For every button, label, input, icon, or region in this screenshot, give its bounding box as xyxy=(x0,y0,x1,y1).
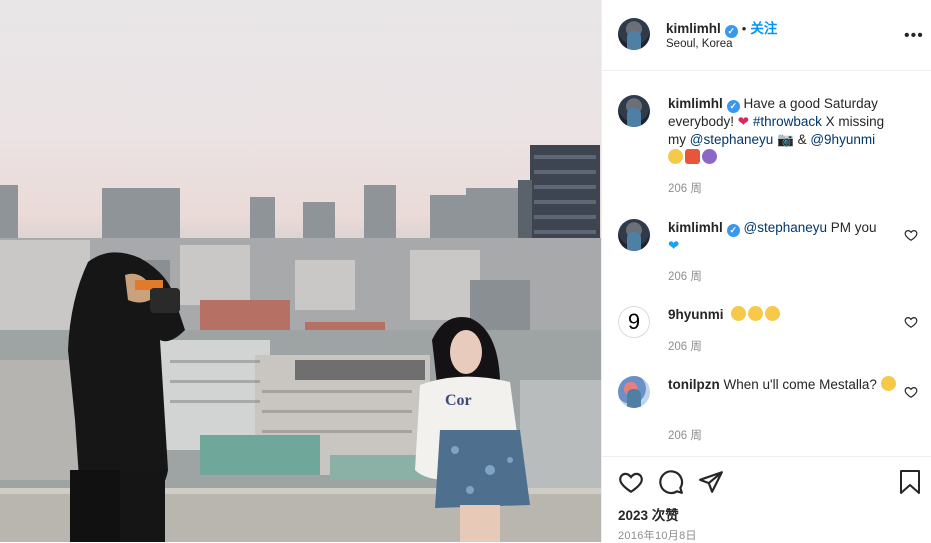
like-comment-heart-icon[interactable] xyxy=(904,315,918,329)
like-comment-heart-icon[interactable] xyxy=(904,385,918,399)
author-avatar[interactable] xyxy=(618,18,650,50)
comment-username[interactable]: 9hyunmi xyxy=(668,307,724,322)
author-username[interactable]: kimlimhl xyxy=(666,21,721,36)
post-photo[interactable]: Cor xyxy=(0,0,601,542)
comment-timestamp[interactable]: 206 周 xyxy=(668,268,702,284)
person-emoji-icon xyxy=(702,149,717,164)
header-title-row: kimlimhl ✓ • 关注 xyxy=(666,17,777,38)
heart-eyes-emoji-icon xyxy=(731,306,747,321)
verified-badge-icon: ✓ xyxy=(724,25,738,38)
hashtag-link[interactable]: #throwback xyxy=(753,114,822,129)
verified-badge-icon: ✓ xyxy=(726,224,740,237)
wink-emoji-icon xyxy=(668,149,683,164)
comment-text: kimlimhl ✓ @stephaneyu PM you ❤ xyxy=(668,219,904,255)
heart-icon[interactable] xyxy=(618,469,644,495)
heart-eyes-emoji-icon xyxy=(765,306,781,321)
red-heart-icon: ❤ xyxy=(737,114,750,129)
caption-text: kimlimhl ✓ Have a good Saturday everybody… xyxy=(668,95,904,167)
like-comment-heart-icon[interactable] xyxy=(904,228,918,242)
post-actions: 2023 次赞 2016年10月8日 xyxy=(602,456,931,542)
comment-text: tonilpzn When u'll come Mestalla? xyxy=(668,376,904,394)
heart-eyes-emoji-icon xyxy=(748,306,764,321)
comment-text: 9hyunmi xyxy=(668,306,904,324)
post-header: kimlimhl ✓ • 关注 Seoul, Korea ••• xyxy=(602,0,931,71)
comment-icon[interactable] xyxy=(658,469,684,495)
follow-button[interactable]: 关注 xyxy=(750,21,777,36)
commenter-avatar[interactable] xyxy=(618,219,650,251)
caption-timestamp[interactable]: 206 周 xyxy=(668,180,702,196)
mention-link[interactable]: @9hyunmi xyxy=(810,132,875,147)
mention-link[interactable]: @stephaneyu xyxy=(744,220,828,235)
caption-avatar[interactable] xyxy=(618,95,650,127)
bookmark-icon[interactable] xyxy=(898,469,922,495)
comment-body: When u'll come Mestalla? xyxy=(723,377,881,392)
caption-username[interactable]: kimlimhl xyxy=(668,96,723,111)
bell-emoji-icon xyxy=(685,149,700,164)
smile-emoji-icon xyxy=(880,376,896,391)
rooftop-photo-illustration: Cor xyxy=(0,145,601,542)
verified-badge-icon: ✓ xyxy=(726,100,740,113)
post-sidebar: kimlimhl ✓ • 关注 Seoul, Korea ••• kimlimhl ✓ … xyxy=(601,0,931,542)
blue-heart-icon: ❤ xyxy=(668,238,680,253)
share-icon[interactable] xyxy=(698,469,724,495)
likes-count[interactable]: 2023 次赞 xyxy=(618,504,679,524)
post-date[interactable]: 2016年10月8日 xyxy=(618,527,697,543)
comment-timestamp[interactable]: 206 周 xyxy=(668,427,702,443)
comment-username[interactable]: kimlimhl xyxy=(668,220,723,235)
comment-username[interactable]: tonilpzn xyxy=(668,377,720,392)
caption-text-3: 📷 & xyxy=(773,132,811,147)
commenter-avatar[interactable] xyxy=(618,376,650,408)
post-location[interactable]: Seoul, Korea xyxy=(666,38,733,50)
comment-timestamp[interactable]: 206 周 xyxy=(668,338,702,354)
svg-text:Cor: Cor xyxy=(445,392,472,409)
mention-link[interactable]: @stephaneyu xyxy=(690,132,774,147)
more-options-button[interactable]: ••• xyxy=(904,27,924,45)
header-separator: • xyxy=(741,21,747,36)
comment-body: PM you xyxy=(827,220,877,235)
commenter-avatar[interactable]: 9 xyxy=(618,306,650,338)
